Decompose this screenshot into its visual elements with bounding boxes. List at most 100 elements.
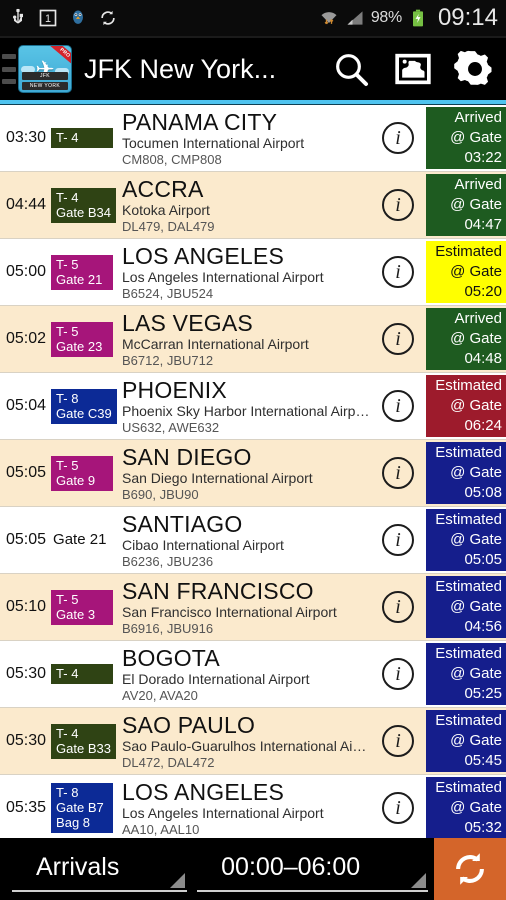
- search-button[interactable]: [320, 38, 382, 100]
- flight-row[interactable]: 05:30 T- 4 BOGOTA El Dorado International A…: [0, 641, 506, 708]
- airport-name: San Francisco International Airport: [122, 604, 337, 620]
- airport-name: Los Angeles International Airport: [122, 805, 324, 821]
- status-time: 05:32: [464, 819, 502, 836]
- terminal-label: T- 4: [56, 130, 79, 145]
- terminal-label: T- 5: [56, 323, 79, 339]
- info-icon[interactable]: i: [382, 457, 414, 489]
- status-qualifier: @ Gate: [450, 799, 502, 816]
- status-badge: Estimated @ Gate 05:25: [426, 643, 506, 705]
- flight-info-cell[interactable]: i: [370, 507, 426, 573]
- direction-selector-value: Arrivals: [36, 852, 120, 881]
- app-logo-icon[interactable]: ✈ JFK NEW YORK PRO: [18, 45, 72, 93]
- refresh-button[interactable]: [434, 838, 506, 900]
- airport-name: El Dorado International Airport: [122, 671, 310, 687]
- flight-row[interactable]: 05:10 T- 5 Gate 3 SAN FRANCISCO San Francisc…: [0, 574, 506, 641]
- status-label: Estimated: [435, 712, 502, 729]
- terminal-gate-badge: T- 4: [51, 664, 114, 684]
- info-icon[interactable]: i: [382, 189, 414, 221]
- status-qualifier: @ Gate: [450, 397, 502, 414]
- destination-city: LOS ANGELES: [122, 780, 284, 805]
- flight-numbers: B690, JBU90: [122, 487, 199, 502]
- flight-row[interactable]: 05:30 T- 4 Gate B33 SAO PAULO Sao Paulo-Guar…: [0, 708, 506, 775]
- drawer-line: [2, 79, 16, 84]
- status-badge: Estimated @ Gate 05:08: [426, 442, 506, 504]
- status-badge: Estimated @ Gate 04:56: [426, 576, 506, 638]
- scheduled-time: 05:10: [6, 598, 47, 615]
- flight-info-cell[interactable]: i: [370, 373, 426, 439]
- flight-row[interactable]: 04:44 T- 4 Gate B34 ACCRA Kotoka Airport DL47…: [0, 172, 506, 239]
- airport-name: McCarran International Airport: [122, 336, 309, 352]
- settings-button[interactable]: [444, 38, 506, 100]
- gate-label: Gate 21: [56, 271, 103, 287]
- scheduled-time: 05:30: [6, 665, 47, 682]
- status-qualifier: @ Gate: [450, 263, 502, 280]
- terminal-label: T- 4: [56, 189, 79, 205]
- status-badge: Arrived @ Gate 04:48: [426, 308, 506, 370]
- terminal-gate-badge: T- 5 Gate 9: [51, 455, 114, 491]
- flight-info-cell[interactable]: i: [370, 239, 426, 305]
- direction-selector[interactable]: Arrivals: [12, 844, 188, 892]
- map-button[interactable]: [382, 38, 444, 100]
- terminal-label: T- 5: [56, 457, 79, 473]
- status-time: 05:05: [464, 551, 502, 568]
- info-icon[interactable]: i: [382, 792, 414, 824]
- scheduled-time: 03:30: [6, 129, 47, 146]
- status-badge: Arrived @ Gate 04:47: [426, 174, 506, 236]
- status-label: Estimated: [435, 511, 502, 528]
- info-icon[interactable]: i: [382, 256, 414, 288]
- twitter-bird-icon: [73, 10, 83, 24]
- flight-info-cell[interactable]: i: [370, 775, 426, 841]
- status-badge: Estimated @ Gate 05:45: [426, 710, 506, 772]
- flight-row[interactable]: 05:35 T- 8 Gate B7 Bag 8 LOS ANGELES Los Ange…: [0, 775, 506, 842]
- terminal-gate-badge: T- 8 Gate B7 Bag 8: [51, 783, 114, 833]
- status-time: 05:25: [464, 685, 502, 702]
- status-label: Estimated: [435, 377, 502, 394]
- terminal-gate-badge: T- 5 Gate 21: [51, 254, 114, 290]
- flight-info-cell[interactable]: i: [370, 574, 426, 640]
- gate-label: Gate B33: [56, 740, 111, 756]
- info-icon[interactable]: i: [382, 122, 414, 154]
- flight-details-cell: SAN FRANCISCO San Francisco International…: [120, 574, 370, 640]
- info-icon[interactable]: i: [382, 524, 414, 556]
- terminal-gate-badge: T- 5 Gate 3: [51, 589, 114, 625]
- android-status-bar: 1 98% 09:14: [0, 0, 506, 36]
- flight-numbers: DL479, DAL479: [122, 219, 215, 234]
- flight-info-cell[interactable]: i: [370, 306, 426, 372]
- flight-numbers: CM808, CMP808: [122, 152, 222, 167]
- airport-name: Phoenix Sky Harbor International Airport: [122, 403, 370, 419]
- flight-info-cell[interactable]: i: [370, 440, 426, 506]
- navigation-drawer-handle[interactable]: [2, 54, 16, 84]
- sync-icon: [101, 10, 115, 26]
- flight-list[interactable]: 03:30 T- 4 PANAMA CITY Tocumen Internationa…: [0, 105, 506, 842]
- flight-row[interactable]: 03:30 T- 4 PANAMA CITY Tocumen Internationa…: [0, 105, 506, 172]
- flight-info-cell[interactable]: i: [370, 708, 426, 774]
- flight-row[interactable]: 05:04 T- 8 Gate C39 PHOENIX Phoenix Sky Harb…: [0, 373, 506, 440]
- flight-info-cell[interactable]: i: [370, 105, 426, 171]
- flight-details-cell: PANAMA CITY Tocumen International Airport…: [120, 105, 370, 171]
- info-icon[interactable]: i: [382, 658, 414, 690]
- info-icon[interactable]: i: [382, 390, 414, 422]
- flight-time-cell: 05:00 T- 5 Gate 21: [0, 239, 120, 305]
- flight-row[interactable]: 05:02 T- 5 Gate 23 LAS VEGAS McCarran Intern…: [0, 306, 506, 373]
- flight-details-cell: SANTIAGO Cibao International Airport B6236…: [120, 507, 370, 573]
- flight-info-cell[interactable]: i: [370, 641, 426, 707]
- sim-1-icon: 1: [39, 9, 57, 27]
- flight-time-cell: 05:02 T- 5 Gate 23: [0, 306, 120, 372]
- flight-time-cell: 05:35 T- 8 Gate B7 Bag 8: [0, 775, 120, 841]
- flight-row[interactable]: 05:00 T- 5 Gate 21 LOS ANGELES Los Angeles I…: [0, 239, 506, 306]
- logo-city-label: NEW YORK: [22, 82, 68, 90]
- flight-time-cell: 05:05 Gate 21: [0, 507, 120, 573]
- info-icon[interactable]: i: [382, 323, 414, 355]
- flight-row[interactable]: 05:05 T- 5 Gate 9 SAN DIEGO San Diego Intern…: [0, 440, 506, 507]
- flight-details-cell: ACCRA Kotoka Airport DL479, DAL479: [120, 172, 370, 238]
- status-badge: Arrived @ Gate 03:22: [426, 107, 506, 169]
- flight-info-cell[interactable]: i: [370, 172, 426, 238]
- info-icon[interactable]: i: [382, 591, 414, 623]
- svg-text:1: 1: [45, 13, 51, 25]
- battery-charging-icon: [412, 9, 423, 27]
- info-icon[interactable]: i: [382, 725, 414, 757]
- gate-label: Gate B7: [56, 800, 104, 815]
- time-range-selector[interactable]: 00:00–06:00: [197, 844, 428, 892]
- flight-numbers: US632, AWE632: [122, 420, 220, 435]
- flight-row[interactable]: 05:05 Gate 21 SANTIAGO Cibao International …: [0, 507, 506, 574]
